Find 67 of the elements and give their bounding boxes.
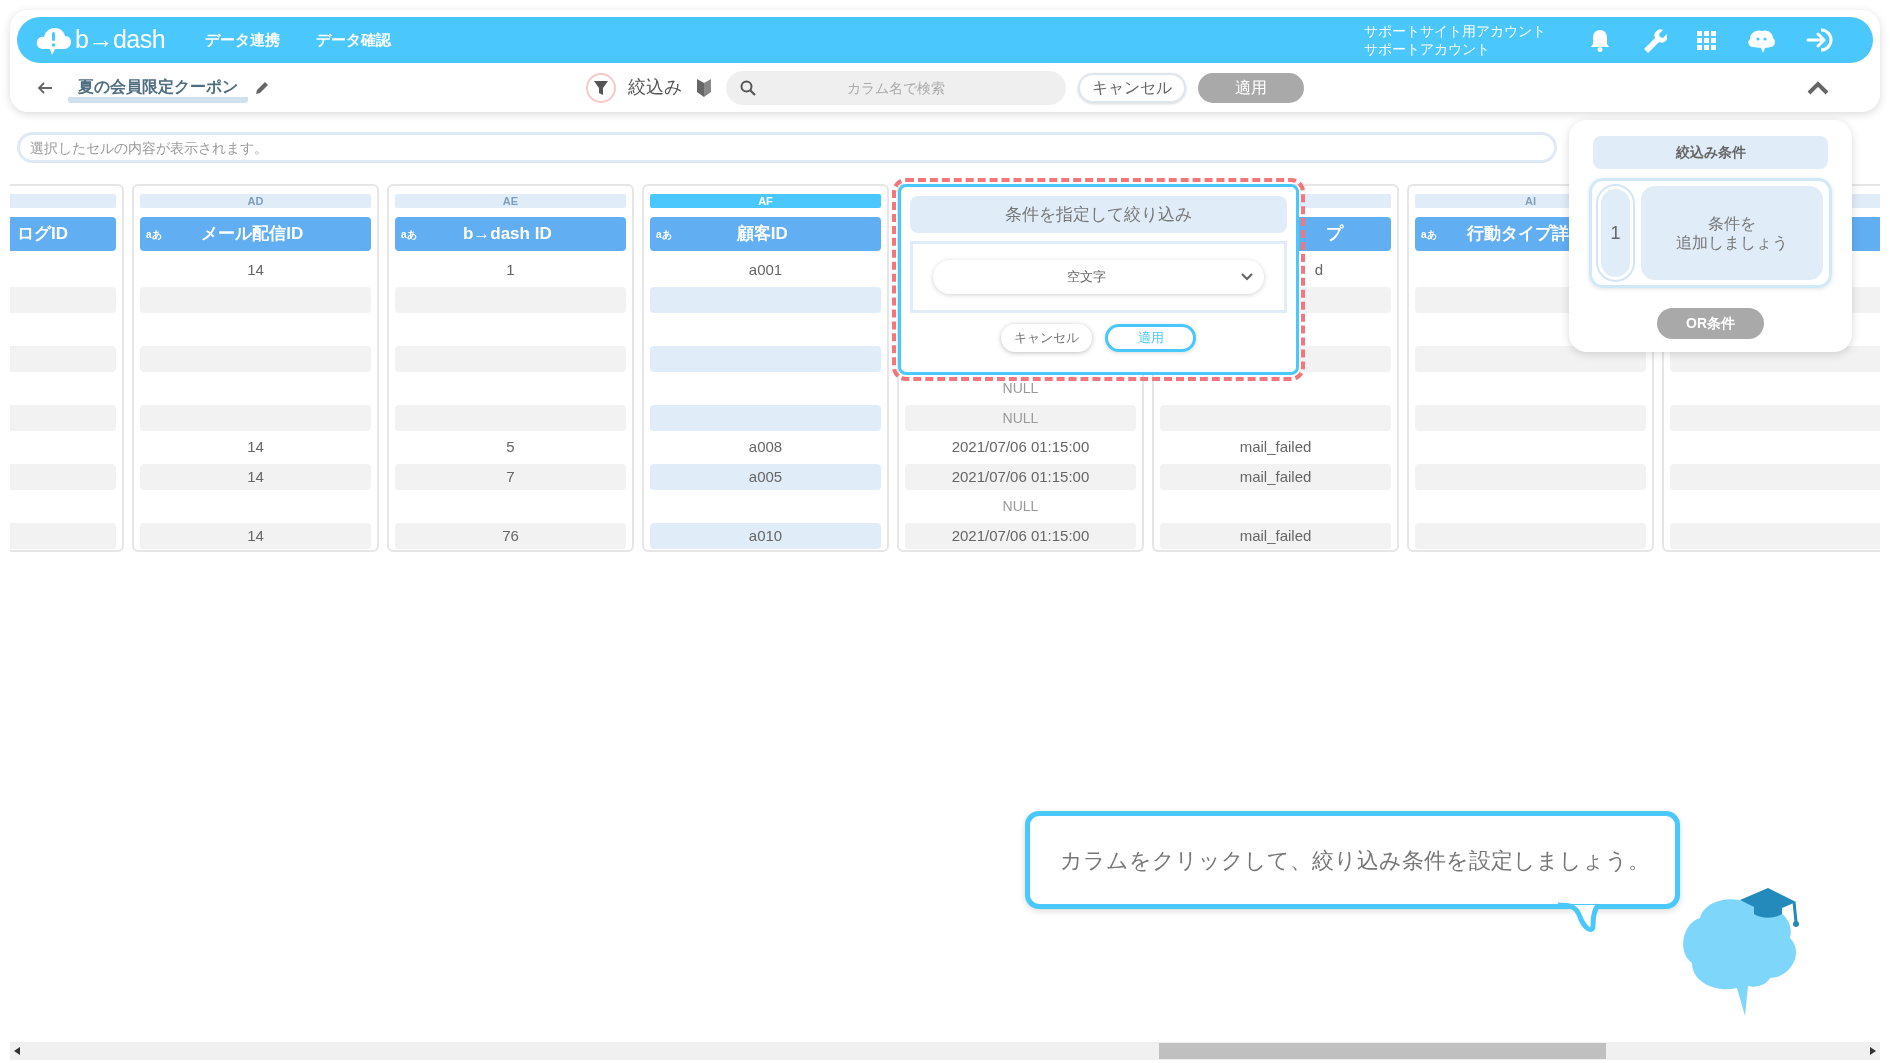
table-cell[interactable] <box>1415 522 1646 549</box>
beginner-mark-icon[interactable] <box>696 77 712 98</box>
table-cell[interactable]: mail_failed <box>1160 463 1391 490</box>
table-cell[interactable]: 2021/07/06 01:15:00 <box>905 434 1136 460</box>
table-cell[interactable]: 7 <box>395 463 626 490</box>
chevron-down-icon <box>1240 272 1254 282</box>
filter-button[interactable] <box>586 72 616 103</box>
column-letter: AE <box>395 194 626 208</box>
condition-number: 1 <box>1598 186 1633 280</box>
table-cell[interactable] <box>650 345 881 372</box>
table-cell[interactable]: 14 <box>140 463 371 490</box>
table-cell[interactable]: a005 <box>650 463 881 490</box>
table-cell[interactable]: 1 <box>395 257 626 283</box>
grid-icon[interactable] <box>1697 30 1716 50</box>
table-cell[interactable]: a001 <box>650 257 881 283</box>
type-label: aあ <box>146 227 162 242</box>
horizontal-scrollbar[interactable] <box>10 1042 1880 1060</box>
table-cell[interactable]: 14 <box>140 257 371 283</box>
type-label: aあ <box>401 227 417 242</box>
funnel-icon <box>593 79 609 96</box>
table-cell[interactable]: 76 <box>395 522 626 549</box>
filter-label: 絞込み <box>628 76 682 99</box>
type-label: aあ <box>656 227 672 242</box>
table-cell[interactable]: 2021/07/06 01:15:00 <box>905 522 1136 549</box>
table-cell[interactable]: NULL <box>905 375 1136 401</box>
condition-dropdown[interactable]: 空文字 <box>933 260 1264 294</box>
column-name: 行動タイプ詳 <box>1466 223 1569 246</box>
table-cell[interactable]: 14 <box>140 522 371 549</box>
account-name: サポートアカウント <box>1364 40 1491 58</box>
column-name: プ <box>1326 223 1343 246</box>
back-arrow-icon[interactable] <box>37 80 53 95</box>
type-label: aあ <box>1421 227 1437 242</box>
table-cell[interactable] <box>650 404 881 431</box>
table-cell[interactable] <box>650 286 881 313</box>
popup-title: 条件を指定して絞り込み <box>910 196 1287 233</box>
panel-title: 絞込み条件 <box>1593 136 1828 169</box>
column-letter: AF <box>650 194 881 208</box>
column-name: b→dash ID <box>462 223 553 246</box>
right-arrow-icon[interactable] <box>1870 1047 1876 1055</box>
search-field[interactable]: カラム名で検索 <box>726 70 1066 105</box>
table-cell[interactable]: 5 <box>395 434 626 460</box>
column-name: メール配信ID <box>201 223 305 246</box>
table-cell[interactable]: 14 <box>140 434 371 460</box>
scrollbar-thumb[interactable] <box>1159 1043 1606 1059</box>
account-site-label: サポートサイト用アカウント <box>1364 22 1546 40</box>
table-cell[interactable]: NULL <box>905 493 1136 519</box>
pencil-icon[interactable] <box>254 79 270 96</box>
add-condition-button[interactable]: 条件を 追加しましょう <box>1641 186 1823 280</box>
table-cell[interactable]: 2021/07/06 01:15:00 <box>905 463 1136 490</box>
cancel-button[interactable]: キャンセル <box>1078 72 1186 103</box>
table-cell[interactable]: mail_failed <box>1160 522 1391 549</box>
page-title[interactable]: 夏の会員限定クーポン <box>68 76 248 103</box>
logo-text: b→dash <box>75 24 166 56</box>
cancel-button[interactable]: キャンセル <box>1001 324 1092 352</box>
bell-icon[interactable] <box>1589 28 1611 52</box>
chevron-up-icon[interactable] <box>1807 80 1829 95</box>
guide-message: カラムをクリックして、絞り込み条件を設定しましょう。 <box>1060 846 1650 875</box>
cell-content-field[interactable]: 選択したセルの内容が表示されます。 <box>17 132 1557 163</box>
table-cell[interactable]: a010 <box>650 522 881 549</box>
column-name: ログID <box>17 223 68 246</box>
search-icon <box>740 79 756 96</box>
table-cell[interactable] <box>1415 345 1646 372</box>
column-letter: AD <box>140 194 371 208</box>
column-name: 顧客ID <box>736 223 789 246</box>
table-cell[interactable]: mail_failed <box>1160 434 1391 460</box>
left-arrow-icon[interactable] <box>14 1047 20 1055</box>
table-cell[interactable]: a008 <box>650 434 881 460</box>
